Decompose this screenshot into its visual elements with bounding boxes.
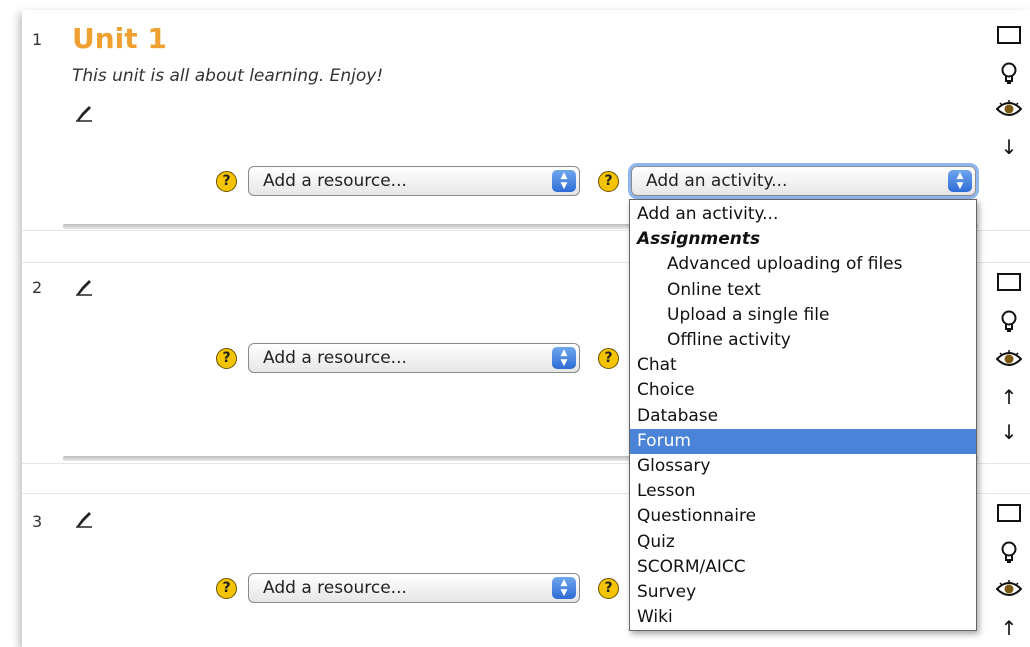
move-down-icon[interactable]: ↓ [996, 422, 1022, 442]
dropdown-option[interactable]: SCORM/AICC [630, 555, 976, 580]
section-number: 3 [32, 512, 43, 531]
dropdown-option[interactable]: Lesson [630, 479, 976, 504]
lightbulb-icon[interactable] [1000, 541, 1018, 565]
section-number: 2 [32, 278, 43, 297]
section-summary: This unit is all about learning. Enjoy! [72, 66, 384, 86]
help-icon[interactable]: ? [216, 348, 237, 369]
dropdown-option[interactable]: Online text [630, 278, 976, 303]
dropdown-option[interactable]: Forum [630, 428, 976, 454]
select-arrows-icon: ▲ ▼ [552, 577, 576, 599]
select-arrows-icon: ▲ ▼ [948, 170, 972, 192]
help-icon[interactable]: ? [216, 578, 237, 599]
add-resource-select[interactable]: Add a resource... ▲ ▼ [248, 343, 580, 373]
select-value: Add a resource... [263, 578, 407, 598]
help-icon[interactable]: ? [598, 348, 619, 369]
dropdown-option[interactable]: Choice [630, 378, 976, 403]
help-icon[interactable]: ? [216, 171, 237, 192]
activity-dropdown-list: Add an activity... Assignments Advanced up… [629, 199, 977, 631]
dropdown-option[interactable]: Glossary [630, 454, 976, 479]
select-arrows-icon: ▲ ▼ [552, 170, 576, 192]
dropdown-option[interactable]: Upload a single file [630, 303, 976, 328]
dropdown-option[interactable]: Advanced uploading of files [630, 252, 976, 277]
dropdown-option[interactable]: Add an activity... [630, 202, 976, 227]
select-value: Add an activity... [646, 171, 788, 191]
add-resource-select[interactable]: Add a resource... ▲ ▼ [248, 573, 580, 603]
move-up-icon[interactable]: ↑ [996, 387, 1022, 407]
lightbulb-icon[interactable] [1000, 62, 1018, 86]
dropdown-option[interactable]: Questionnaire [630, 504, 976, 529]
dropdown-option[interactable]: Wiki [630, 605, 976, 630]
eye-icon[interactable] [996, 350, 1022, 368]
dropdown-option[interactable]: Offline activity [630, 328, 976, 353]
dropdown-option[interactable]: Quiz [630, 530, 976, 555]
select-arrows-icon: ▲ ▼ [552, 347, 576, 369]
dropdown-group-label: Assignments [637, 229, 761, 250]
add-activity-select[interactable]: Add an activity... ▲ ▼ [631, 166, 976, 196]
highlight-section-icon[interactable] [997, 504, 1021, 522]
dropdown-option[interactable]: Survey [630, 580, 976, 605]
highlight-section-icon[interactable] [997, 273, 1021, 291]
add-resource-select[interactable]: Add a resource... ▲ ▼ [248, 166, 580, 196]
edit-icon[interactable] [74, 278, 94, 296]
section-number: 1 [32, 30, 43, 49]
move-down-icon[interactable]: ↓ [996, 137, 1022, 157]
select-value: Add a resource... [263, 348, 407, 368]
edit-icon[interactable] [74, 104, 94, 122]
edit-icon[interactable] [74, 510, 94, 528]
highlight-section-icon[interactable] [997, 26, 1021, 44]
eye-icon[interactable] [996, 100, 1022, 118]
move-up-icon[interactable]: ↑ [996, 618, 1022, 638]
lightbulb-icon[interactable] [1000, 310, 1018, 334]
help-icon[interactable]: ? [598, 171, 619, 192]
select-value: Add a resource... [263, 171, 407, 191]
dropdown-option[interactable]: Chat [630, 353, 976, 378]
section-title: Unit 1 [72, 22, 167, 55]
eye-icon[interactable] [996, 580, 1022, 598]
dropdown-option[interactable]: Database [630, 404, 976, 429]
help-icon[interactable]: ? [598, 578, 619, 599]
